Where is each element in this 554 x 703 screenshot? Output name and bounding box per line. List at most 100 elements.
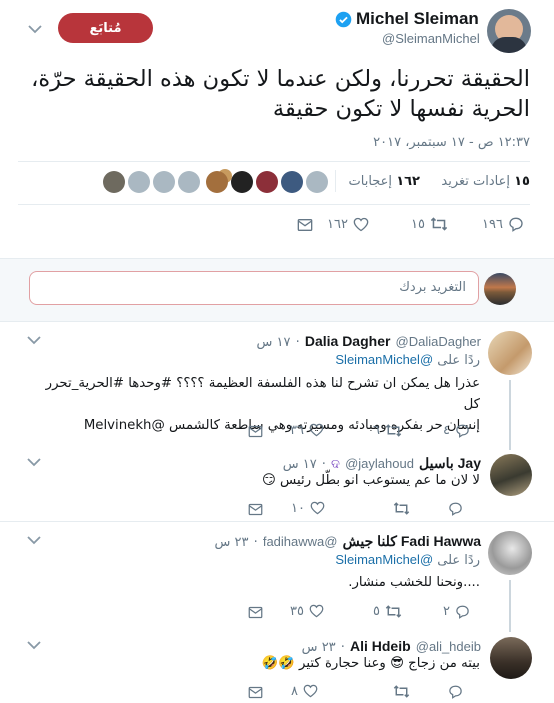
likes-count: ١٦٢ [396, 174, 420, 189]
reply-avatar[interactable] [490, 454, 532, 496]
lasso-emoji-icon: ଦ [331, 457, 340, 472]
liker-avatar[interactable] [231, 171, 253, 193]
envelope-icon [248, 503, 263, 516]
liker-avatar[interactable] [153, 171, 175, 193]
replying-to-link[interactable]: @SleimanMichel [335, 552, 433, 567]
liker-avatar[interactable] [281, 171, 303, 193]
reply-input[interactable]: التغريد بردك [29, 271, 479, 305]
direct-message-action[interactable] [248, 603, 263, 621]
composer-avatar [484, 273, 516, 305]
reply-action[interactable] [443, 682, 463, 700]
verified-badge-icon [335, 11, 352, 28]
reply-author-name[interactable]: Jay باسيل [419, 455, 481, 471]
like-action[interactable]: ٨ [291, 682, 318, 700]
reply-header: Dalia Dagher @DaliaDagher · ١٧ س [256, 333, 481, 350]
replying-to-link[interactable]: @SleimanMichel [335, 352, 433, 367]
reply-icon [455, 604, 470, 619]
like-action[interactable]: ١٠ [291, 499, 325, 517]
direct-message-action[interactable] [297, 216, 313, 234]
replying-to: ردًا على @SleimanMichel [335, 552, 480, 568]
reply-handle[interactable]: @ali_hdeib [416, 639, 481, 654]
like-count: ٣٦ [290, 422, 304, 438]
like-count: ١٠ [291, 500, 305, 516]
chevron-down-icon[interactable] [27, 535, 41, 545]
heart-icon [309, 604, 324, 618]
liker-avatar[interactable] [178, 171, 200, 193]
replying-prefix: ردًا على [437, 353, 480, 368]
user-handle[interactable]: @SleimanMichel [382, 31, 480, 46]
likes-label: إعجابات [348, 174, 393, 189]
like-count: ٨ [291, 683, 298, 699]
envelope-icon [248, 686, 263, 699]
envelope-icon [297, 218, 313, 232]
reply-action[interactable] [443, 499, 463, 517]
retweet-action[interactable]: ٦ [373, 421, 402, 439]
reply-handle[interactable]: @fadihawwa [263, 534, 338, 549]
reply-handle[interactable]: @jaylahoud [345, 456, 414, 471]
liker-avatar[interactable] [128, 171, 150, 193]
reply-header: Ali Hdeib @ali_hdeib · ٢٣ س [301, 638, 481, 655]
liker-avatar[interactable] [103, 171, 125, 193]
tweet-timestamp[interactable]: ١٢:٣٧ ص - ١٧ سبتمبر، ٢٠١٧ [268, 135, 530, 150]
retweet-icon [430, 216, 448, 232]
reply-action[interactable]: ٢ [443, 602, 470, 620]
retweets-stat[interactable]: ١٥ إعادات تغريد [420, 174, 530, 189]
reply-time[interactable]: ١٧ س [283, 457, 317, 472]
display-name[interactable]: Michel Sleiman [356, 9, 479, 29]
chevron-down-icon[interactable] [28, 24, 42, 34]
likers-avatars[interactable] [103, 169, 328, 194]
like-action[interactable]: ٣٦ [290, 421, 324, 439]
retweet-action[interactable]: ٥ [373, 602, 402, 620]
reply-count: ٢ [443, 603, 450, 619]
reply-count: ١٩٦ [482, 216, 503, 232]
retweet-icon [393, 501, 410, 516]
like-action[interactable]: ١٦٢ [327, 215, 369, 233]
liker-avatar[interactable] [256, 171, 278, 193]
reply-icon [448, 684, 463, 699]
like-action[interactable]: ٣٥ [290, 602, 324, 620]
direct-message-action[interactable] [248, 500, 263, 518]
retweet-action[interactable] [388, 499, 410, 517]
reply-time[interactable]: ١٧ س [257, 335, 291, 350]
reply-icon [448, 501, 463, 516]
reply-header: Jay باسيل ଦ @jaylahoud · ١٧ س [282, 455, 481, 472]
reply-header: Fadi Hawwa كلنا جيش @fadihawwa · ٢٣ س [214, 533, 481, 550]
like-count: ١٦٢ [327, 216, 348, 232]
reply-text: ....ونحنا للخشب منشار. [348, 575, 480, 590]
reply-icon [508, 216, 524, 232]
heart-icon [303, 684, 318, 698]
profile-avatar[interactable] [487, 9, 531, 53]
reply-handle[interactable]: @DaliaDagher [396, 334, 481, 349]
reply-text: لا لان ما عم يستوعب انو بطّل رئيس 😏 [261, 473, 480, 488]
direct-message-action[interactable] [248, 683, 263, 701]
chevron-down-icon[interactable] [27, 457, 41, 467]
retweets-count: ١٥ [514, 174, 530, 189]
reply-author-name[interactable]: Fadi Hawwa كلنا جيش [343, 533, 481, 549]
liker-avatar[interactable] [306, 171, 328, 193]
chevron-down-icon[interactable] [27, 335, 41, 345]
reply-avatar[interactable] [488, 331, 532, 375]
chevron-down-icon[interactable] [27, 640, 41, 650]
replying-prefix: ردًا على [437, 553, 480, 568]
follow-button[interactable]: مُتابَع [58, 13, 153, 43]
retweet-action[interactable] [388, 682, 410, 700]
direct-message-action[interactable] [248, 422, 263, 440]
retweet-icon [385, 604, 402, 619]
retweet-count: ١٥ [411, 216, 425, 232]
liker-avatar[interactable] [206, 171, 228, 193]
heart-icon [309, 423, 324, 437]
likes-stat[interactable]: ١٦٢ إعجابات [340, 174, 421, 189]
retweet-count: ٥ [373, 603, 380, 619]
retweet-action[interactable]: ١٥ [411, 215, 448, 233]
reply-time[interactable]: ٢٣ س [302, 640, 336, 655]
reply-action[interactable]: ١٩٦ [482, 215, 524, 233]
reply-avatar[interactable] [488, 531, 532, 575]
reply-time[interactable]: ٢٣ س [215, 535, 249, 550]
reply-action[interactable]: ٤ [443, 421, 470, 439]
retweet-icon [393, 684, 410, 699]
reply-author-name[interactable]: Dalia Dagher [305, 333, 391, 349]
reply-avatar[interactable] [490, 637, 532, 679]
retweet-count: ٦ [373, 422, 380, 438]
envelope-icon [248, 425, 263, 438]
reply-author-name[interactable]: Ali Hdeib [350, 638, 411, 654]
